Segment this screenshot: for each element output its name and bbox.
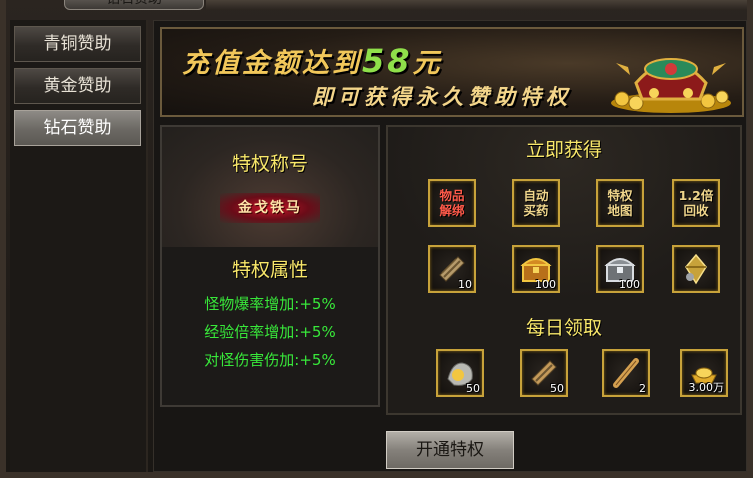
window-title: 钻石赞助: [64, 0, 204, 10]
sidebar-item-diamond[interactable]: 钻石赞助: [14, 110, 141, 146]
instant-rewards-section: 立即获得 物品 解绑 自动 买药 特权 地图 1.2倍 回收 10 100 10…: [388, 127, 740, 301]
instant-rewards-heading: 立即获得: [525, 139, 602, 161]
attribute-item: 对怪伤害伤加:+5%: [204, 351, 336, 369]
treasure-chest-gold-icon: [611, 58, 731, 113]
daily-item-slot[interactable]: 50: [436, 349, 484, 397]
banner-amount: 58: [362, 42, 413, 80]
perk-auto-buy-potion[interactable]: 自动 买药: [512, 179, 560, 227]
gem-crystal-icon: [685, 253, 707, 285]
privilege-attributes: 特权属性 怪物爆率增加:+5% 经验倍率增加:+5% 对怪伤害伤加:+5%: [162, 247, 378, 405]
main-panel: 充值金额达到58元 即可获得永久赞助特权 特权称号 金戈铁马 特权属性 怪物爆率…: [153, 20, 747, 472]
promo-banner: 充值金额达到58元 即可获得永久赞助特权: [160, 27, 744, 117]
open-privilege-button[interactable]: 开通特权: [386, 431, 514, 469]
reward-item-slot[interactable]: 10: [428, 245, 476, 293]
banner-subline: 即可获得永久赞助特权: [312, 85, 572, 109]
attribute-item: 怪物爆率增加:+5%: [204, 295, 336, 313]
daily-item-slot[interactable]: 2: [602, 349, 650, 397]
privilege-title-heading: 特权称号: [231, 153, 308, 175]
reward-item-slot[interactable]: [672, 245, 720, 293]
item-count: 2: [639, 382, 646, 395]
item-count: 100: [619, 278, 640, 291]
sidebar-item-bronze[interactable]: 青铜赞助: [14, 26, 141, 62]
banner-headline-suffix: 元: [412, 48, 443, 79]
rewards-panel: 立即获得 物品 解绑 自动 买药 特权 地图 1.2倍 回收 10 100 10…: [386, 125, 742, 415]
item-count: 10: [458, 278, 472, 291]
perk-label: 自动 买药: [523, 188, 549, 218]
item-count: 50: [466, 382, 480, 395]
perk-privilege-map[interactable]: 特权 地图: [596, 179, 644, 227]
banner-headline: 充值金额达到58元: [182, 41, 443, 80]
perk-recycle-bonus[interactable]: 1.2倍 回收: [672, 179, 720, 227]
attribute-item: 经验倍率增加:+5%: [204, 323, 336, 341]
item-count: 100: [535, 278, 556, 291]
item-count: 50: [550, 382, 564, 395]
perk-label: 物品 解绑: [439, 188, 465, 218]
reward-item-slot[interactable]: 100: [512, 245, 560, 293]
privilege-rank-badge: 金戈铁马: [220, 193, 320, 223]
daily-rewards-heading: 每日领取: [525, 317, 602, 339]
privilege-attr-heading: 特权属性: [231, 259, 308, 281]
sidebar-item-gold[interactable]: 黄金赞助: [14, 68, 141, 104]
perk-label: 特权 地图: [607, 188, 633, 218]
perk-label: 1.2倍 回收: [678, 188, 714, 218]
item-count: 3.00万: [688, 381, 725, 394]
banner-headline-prefix: 充值金额达到: [182, 48, 362, 79]
perk-unbind-items[interactable]: 物品 解绑: [428, 179, 476, 227]
sidebar: 青铜赞助 黄金赞助 钻石赞助: [10, 20, 148, 472]
frame-top-decoration: [206, 0, 747, 10]
privilege-panel: 特权称号 金戈铁马 特权属性 怪物爆率增加:+5% 经验倍率增加:+5% 对怪伤…: [160, 125, 380, 407]
daily-item-slot[interactable]: 50: [520, 349, 568, 397]
privilege-title-area: 特权称号 金戈铁马: [162, 127, 378, 247]
reward-item-slot[interactable]: 100: [596, 245, 644, 293]
daily-item-slot[interactable]: 3.00万: [680, 349, 728, 397]
